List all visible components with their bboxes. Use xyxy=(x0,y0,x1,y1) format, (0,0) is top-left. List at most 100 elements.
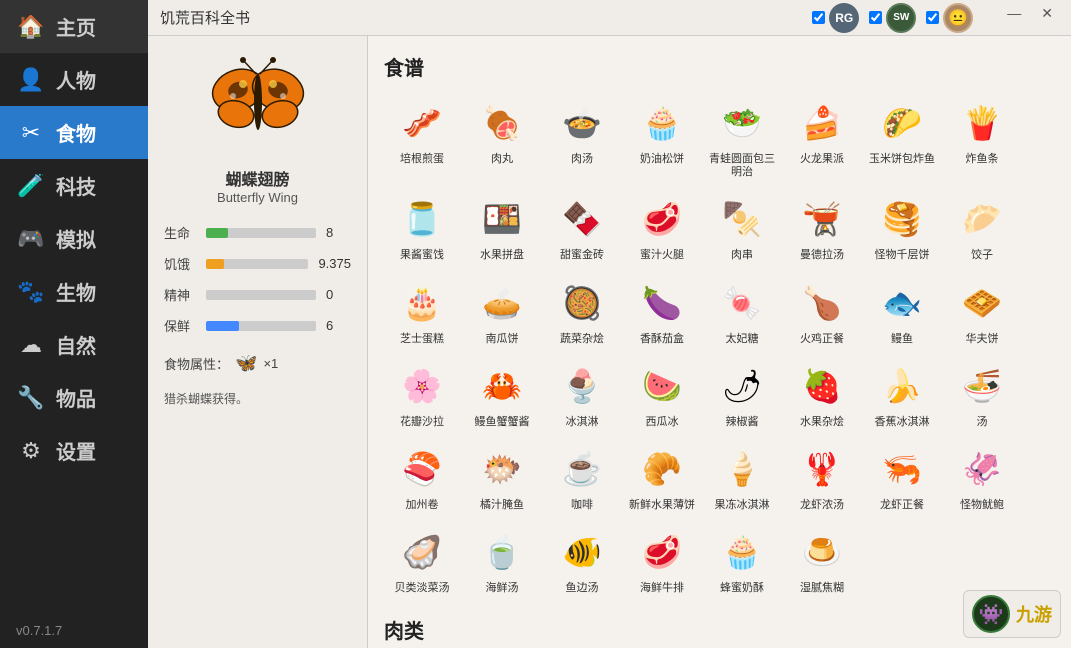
checkbox-2[interactable] xyxy=(869,11,882,24)
recipe-item[interactable]: 🫕曼德拉汤 xyxy=(784,187,860,266)
recipe-item[interactable]: 🍵海鲜汤 xyxy=(464,520,540,599)
stat-health-value: 8 xyxy=(326,225,333,240)
food-item-icon: 🦪 xyxy=(394,524,450,580)
recipe-item[interactable]: 🥗青蛙圆面包三明治 xyxy=(704,91,780,183)
checkbox-group-1[interactable]: RG xyxy=(812,3,859,33)
tech-icon: 🧪 xyxy=(16,173,46,199)
logo-text: 九游 xyxy=(1016,601,1052,627)
recipe-item[interactable]: 🍌香蕉冰淇淋 xyxy=(864,354,940,433)
food-item-icon: 🐟 xyxy=(874,275,930,331)
close-button[interactable]: ✕ xyxy=(1035,3,1059,33)
food-attr-count: ×1 xyxy=(263,356,278,371)
recipe-item[interactable]: 🌶辣椒酱 xyxy=(704,354,780,433)
recipe-item[interactable]: 🐡橘汁腌鱼 xyxy=(464,437,540,516)
sidebar-item-tech[interactable]: 🧪 科技 xyxy=(0,159,148,212)
food-item-name: 龙虾浓汤 xyxy=(800,499,844,512)
recipe-item[interactable]: 🍖肉丸 xyxy=(464,91,540,183)
food-item-name: 太妃糖 xyxy=(726,333,759,346)
recipe-item[interactable]: 🍮湿腻焦糊 xyxy=(784,520,860,599)
food-item-icon: 🧇 xyxy=(954,275,1010,331)
recipe-item[interactable]: 🎂芝士蛋糕 xyxy=(384,271,460,350)
recipe-item[interactable]: 🥐新鲜水果薄饼 xyxy=(624,437,700,516)
recipe-item[interactable]: 🧇华夫饼 xyxy=(944,271,1020,350)
food-item-name: 冰淇淋 xyxy=(566,416,599,429)
sidebar-item-nature[interactable]: ☁ 自然 xyxy=(0,318,148,371)
recipe-item[interactable]: 🌮玉米饼包炸鱼 xyxy=(864,91,940,183)
food-item-icon: 🐡 xyxy=(474,441,530,497)
recipe-item[interactable]: 🥘蔬菜杂烩 xyxy=(544,271,620,350)
recipe-item[interactable]: 🍉西瓜冰 xyxy=(624,354,700,433)
recipe-item[interactable]: 🦪贝类淡菜汤 xyxy=(384,520,460,599)
sidebar-item-settings[interactable]: ⚙ 设置 xyxy=(0,424,148,477)
minimize-button[interactable]: — xyxy=(1001,3,1027,33)
sidebar-item-food[interactable]: ✂ 食物 xyxy=(0,106,148,159)
item-name-en: Butterfly Wing xyxy=(217,190,298,205)
recipe-item[interactable]: 🍆香酥茄盒 xyxy=(624,271,700,350)
stat-hunger-bar-fill xyxy=(206,259,224,269)
recipe-item[interactable]: 🍦果冻冰淇淋 xyxy=(704,437,780,516)
stat-health-row: 生命 8 xyxy=(164,223,351,242)
home-icon: 🏠 xyxy=(16,14,46,40)
sidebar-label-settings: 设置 xyxy=(56,436,96,465)
food-item-name: 怪物鱿鲍 xyxy=(960,499,1004,512)
recipe-item[interactable]: 🍱水果拼盘 xyxy=(464,187,540,266)
recipe-item[interactable]: 🥓培根煎蛋 xyxy=(384,91,460,183)
sidebar-label-home: 主页 xyxy=(56,12,96,41)
recipe-item[interactable]: 🐟鳗鱼 xyxy=(864,271,940,350)
recipe-item[interactable]: 🧁奶油松饼 xyxy=(624,91,700,183)
checkbox-3[interactable] xyxy=(926,11,939,24)
sidebar-item-simulate[interactable]: 🎮 模拟 xyxy=(0,212,148,265)
recipe-item[interactable]: 🍬太妃糖 xyxy=(704,271,780,350)
checkbox-1[interactable] xyxy=(812,11,825,24)
recipe-item[interactable]: 🦞龙虾浓汤 xyxy=(784,437,860,516)
recipe-item[interactable]: 🍢肉串 xyxy=(704,187,780,266)
recipe-item[interactable]: 🥧南瓜饼 xyxy=(464,271,540,350)
recipe-item[interactable]: 🥩蜜汁火腿 xyxy=(624,187,700,266)
sidebar-item-creatures[interactable]: 🐾 生物 xyxy=(0,265,148,318)
food-item-icon: 🎂 xyxy=(394,275,450,331)
recipe-item[interactable]: 🍗火鸡正餐 xyxy=(784,271,860,350)
food-item-icon: 🧁 xyxy=(714,524,770,580)
recipe-item[interactable]: 🍨冰淇淋 xyxy=(544,354,620,433)
recipe-item[interactable]: 🥩海鲜牛排 xyxy=(624,520,700,599)
recipe-item[interactable]: 🍫甜蜜金砖 xyxy=(544,187,620,266)
recipe-item[interactable]: 🍟炸鱼条 xyxy=(944,91,1020,183)
badge-2: SW xyxy=(886,3,916,33)
recipe-item[interactable]: 🦐龙虾正餐 xyxy=(864,437,940,516)
right-panel[interactable]: 食谱 🥓培根煎蛋🍖肉丸🍲肉汤🧁奶油松饼🥗青蛙圆面包三明治🍰火龙果派🌮玉米饼包炸鱼… xyxy=(368,36,1071,648)
recipe-item[interactable]: ☕咖啡 xyxy=(544,437,620,516)
food-item-icon: 🍟 xyxy=(954,95,1010,151)
recipe-item[interactable]: 🍲肉汤 xyxy=(544,91,620,183)
sidebar-item-items[interactable]: 🔧 物品 xyxy=(0,371,148,424)
food-item-name: 水果杂烩 xyxy=(800,416,844,429)
checkbox-group-2[interactable]: SW xyxy=(869,3,916,33)
checkbox-group-3[interactable]: 😐 xyxy=(926,3,973,33)
recipe-item[interactable]: 🧁蜂蜜奶酥 xyxy=(704,520,780,599)
window-controls: RG SW 😐 — ✕ xyxy=(812,3,1059,33)
recipe-item[interactable]: 🍰火龙果派 xyxy=(784,91,860,183)
recipe-item[interactable]: 🦑怪物鱿鲍 xyxy=(944,437,1020,516)
food-item-name: 火龙果派 xyxy=(800,153,844,166)
food-item-icon: 🍱 xyxy=(474,191,530,247)
food-item-icon: 🥓 xyxy=(394,95,450,151)
nature-icon: ☁ xyxy=(16,332,46,358)
recipe-item[interactable]: 🥞怪物千层饼 xyxy=(864,187,940,266)
recipe-item[interactable]: 🍓水果杂烩 xyxy=(784,354,860,433)
food-item-name: 玉米饼包炸鱼 xyxy=(869,153,935,166)
food-item-icon: 🍮 xyxy=(794,524,850,580)
sidebar-item-characters[interactable]: 👤 人物 xyxy=(0,53,148,106)
food-item-name: 甜蜜金砖 xyxy=(560,249,604,262)
recipe-item[interactable]: 🥟饺子 xyxy=(944,187,1020,266)
stat-freshness-value: 6 xyxy=(326,318,333,333)
recipe-item[interactable]: 🫙果酱蜜饯 xyxy=(384,187,460,266)
food-item-icon: 🫙 xyxy=(394,191,450,247)
recipe-item[interactable]: 🌸花瓣沙拉 xyxy=(384,354,460,433)
recipe-item[interactable]: 🍜汤 xyxy=(944,354,1020,433)
recipe-item[interactable]: 🐠鱼边汤 xyxy=(544,520,620,599)
recipe-item[interactable]: 🍣加州卷 xyxy=(384,437,460,516)
recipe-item[interactable]: 🦀鳗鱼蟹蟹酱 xyxy=(464,354,540,433)
food-attr-row: 食物属性： 🦋 ×1 xyxy=(164,353,351,374)
food-item-icon: 🥞 xyxy=(874,191,930,247)
sidebar-item-home[interactable]: 🏠 主页 xyxy=(0,0,148,53)
food-item-icon: 🍉 xyxy=(634,358,690,414)
